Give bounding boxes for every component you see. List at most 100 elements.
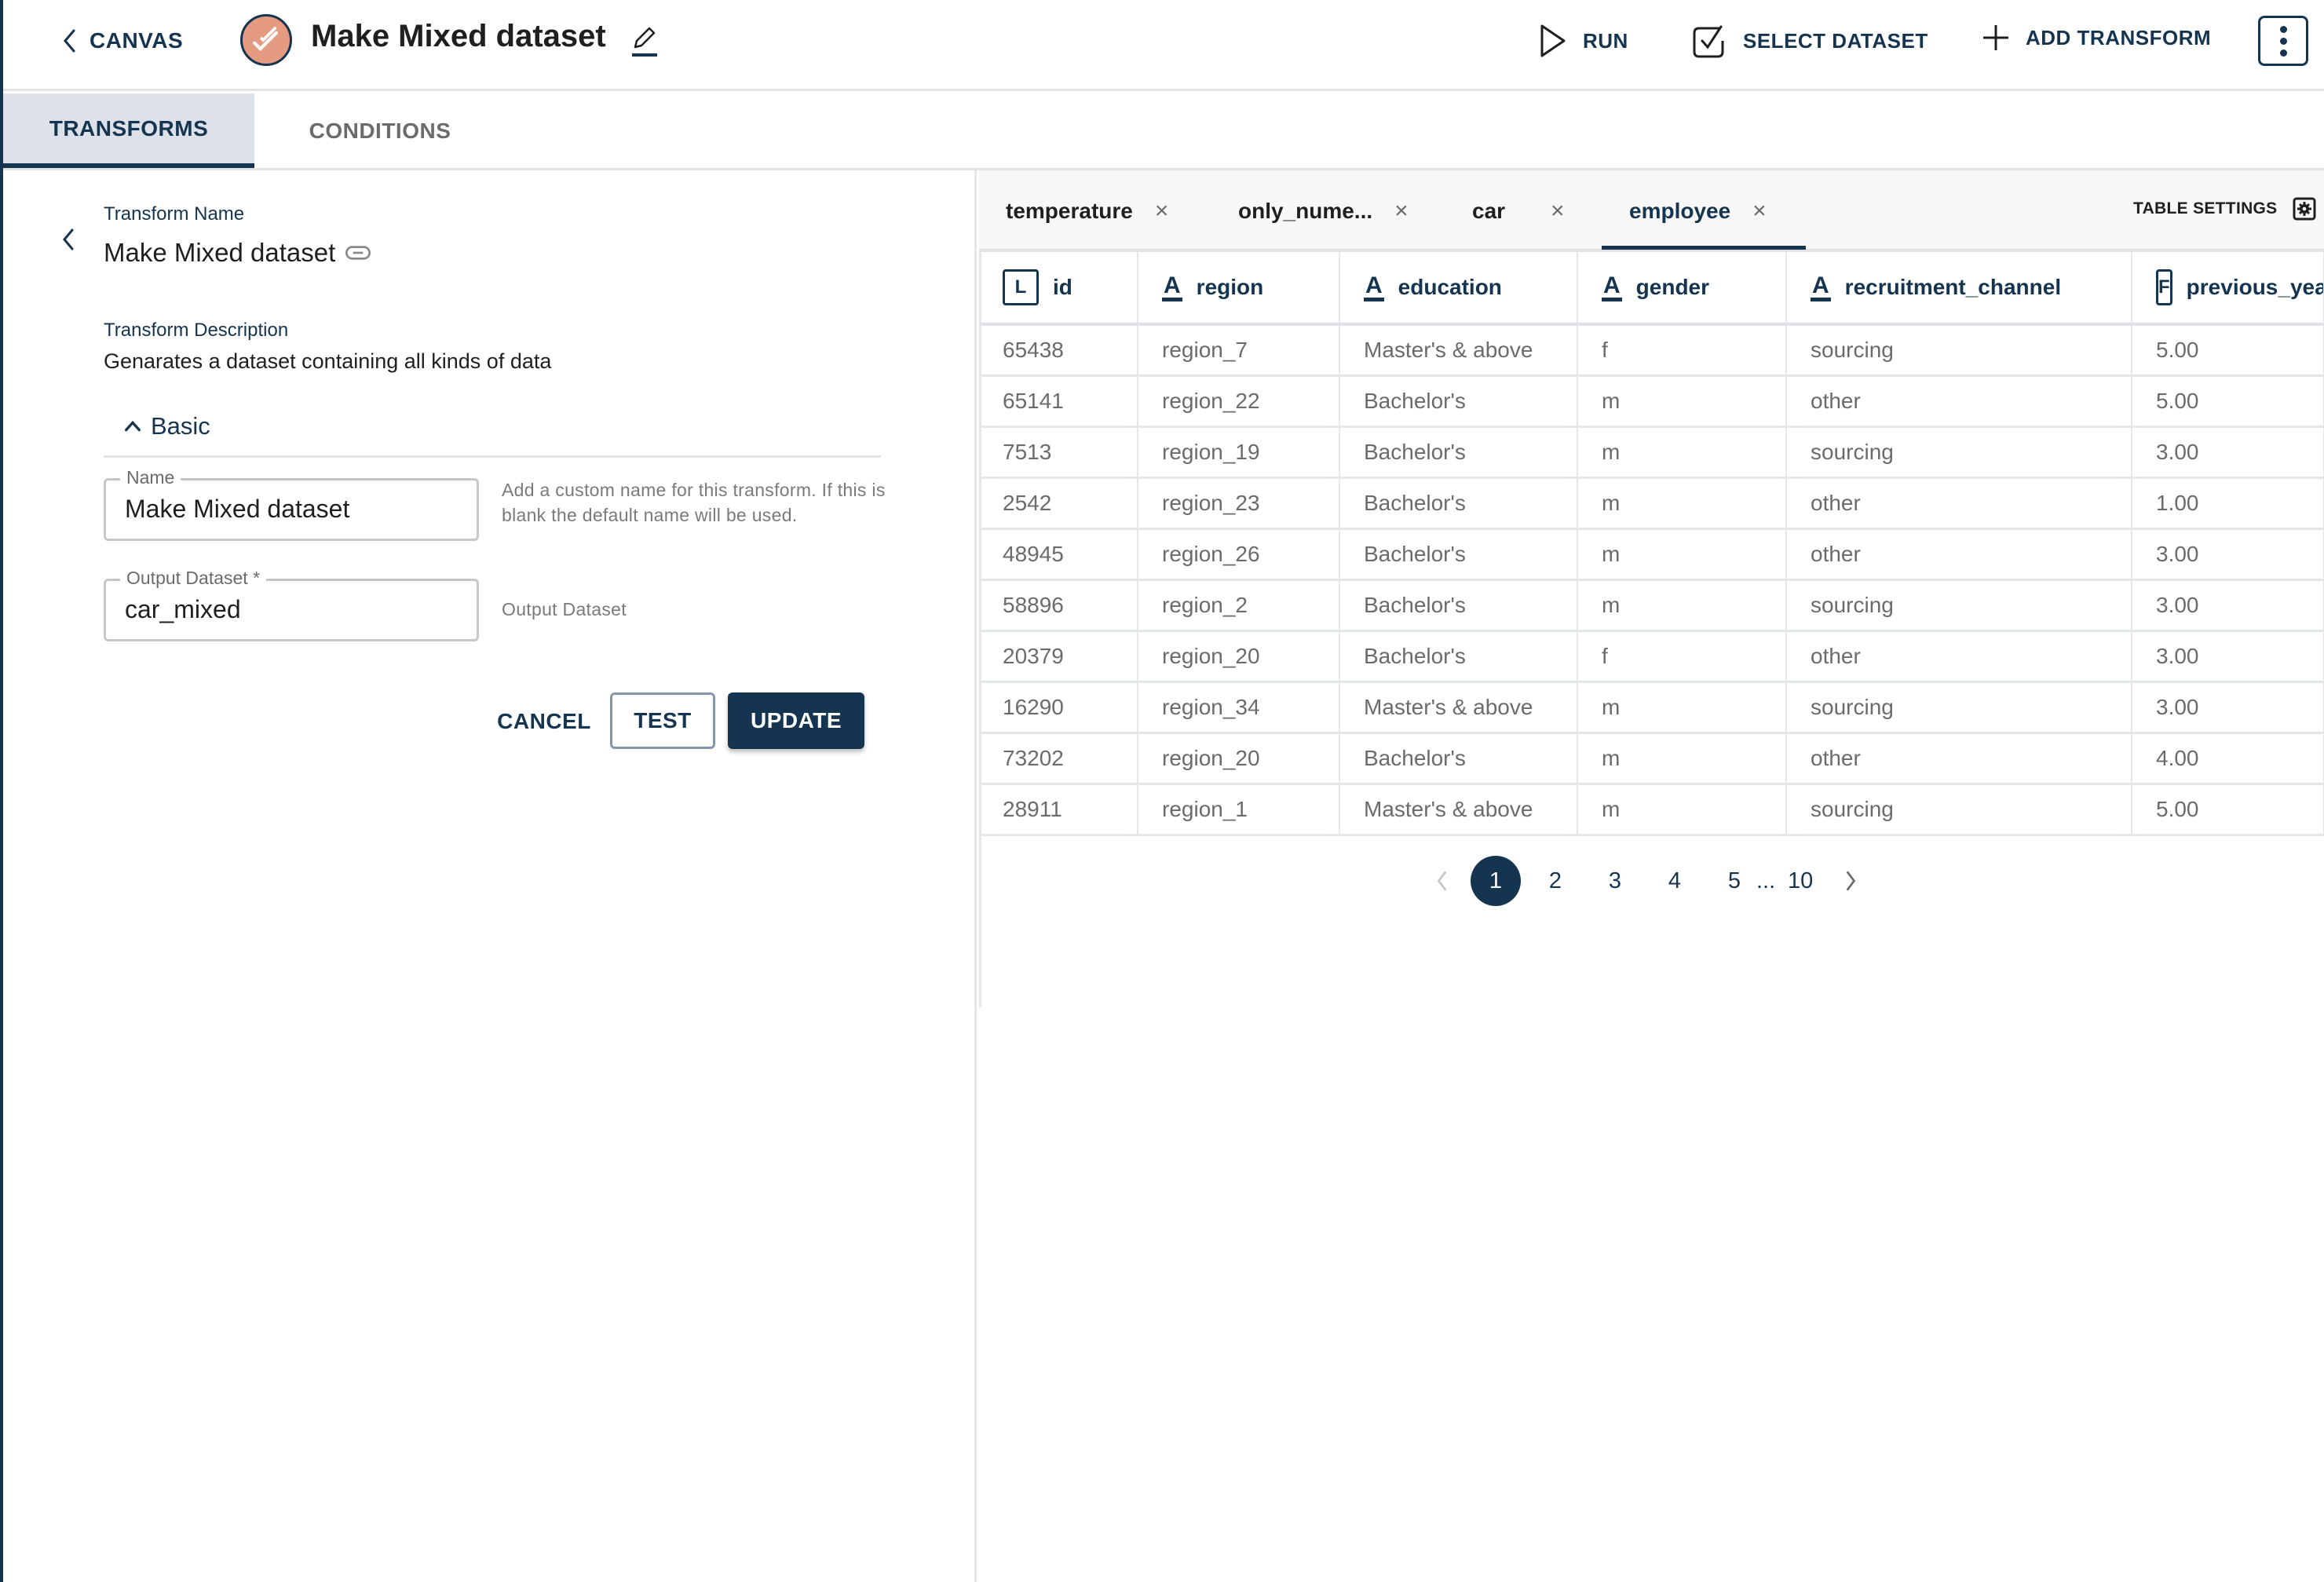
transform-name-value: Make Mixed dataset (104, 238, 371, 268)
page-4-button[interactable]: 4 (1650, 856, 1700, 906)
output-dataset-helper-text: Output Dataset (502, 599, 627, 619)
table-row[interactable]: 2542 region_23 Bachelor's m other 1.00 (979, 477, 2324, 530)
collapse-panel-button[interactable] (58, 224, 79, 255)
select-dataset-label: SELECT DATASET (1743, 28, 1928, 53)
column-name: previous_yea (2186, 275, 2324, 299)
table-cell-recruitment-channel: sourcing (1786, 324, 2132, 377)
table-cell-recruitment-channel: sourcing (1786, 681, 2132, 734)
next-page-button[interactable] (1835, 856, 1866, 906)
table-cell-region: region_2 (1138, 579, 1340, 632)
table-row[interactable]: 48945 region_26 Bachelor's m other 3.00 (979, 528, 2324, 581)
column-name: gender (1635, 275, 1710, 299)
close-icon[interactable]: × (1155, 198, 1169, 225)
add-transform-button[interactable]: ADD TRANSFORM (1980, 22, 2211, 53)
page-5-button[interactable]: 5 (1709, 856, 1759, 906)
edit-title-button[interactable] (627, 24, 659, 58)
table-cell-recruitment-channel: other (1786, 630, 2132, 683)
table-row[interactable]: 20379 region_20 Bachelor's f other 3.00 (979, 630, 2324, 683)
table-cell-education: Bachelor's (1339, 630, 1578, 683)
update-button[interactable]: UPDATE (728, 692, 864, 749)
column-header-region[interactable]: Aregion (1138, 252, 1340, 326)
name-field[interactable]: Name (104, 467, 479, 541)
transform-description-value: Genarates a dataset containing all kinds… (104, 349, 552, 373)
kebab-dot (2279, 25, 2287, 33)
tab-conditions[interactable]: CONDITIONS (254, 93, 506, 168)
table-cell-previous-yea: 5.00 (2132, 324, 2324, 377)
page-title: Make Mixed dataset (311, 19, 606, 53)
table-row[interactable]: 28911 region_1 Master's & above m sourcing 5.… (979, 784, 2324, 836)
page-2-button[interactable]: 2 (1530, 856, 1580, 906)
table-cell-gender: m (1577, 375, 1787, 428)
table-row[interactable]: 65438 region_7 Master's & above f sourcing 5.… (979, 324, 2324, 377)
output-dataset-field[interactable]: Output Dataset * (104, 568, 479, 641)
column-header-content: Arecruitment_channel (1811, 273, 2130, 301)
long-type-icon: L (1003, 269, 1039, 305)
dataset-tab-employee[interactable]: employee × (1629, 195, 1767, 227)
table-row[interactable]: 7513 region_19 Bachelor's m sourcing 3.00 (979, 426, 2324, 479)
table-cell-id: 48945 (979, 528, 1138, 581)
pagination: 1 2 3 4 5 ... 10 (1427, 856, 1866, 906)
table-cell-recruitment-channel: sourcing (1786, 426, 2132, 479)
page-3-button[interactable]: 3 (1590, 856, 1640, 906)
close-icon[interactable]: × (1394, 198, 1409, 225)
table-cell-recruitment-channel: other (1786, 528, 2132, 581)
column-header-previous-yea[interactable]: Fprevious_yea (2132, 252, 2324, 326)
back-to-canvas-button[interactable]: CANVAS (61, 24, 183, 58)
link-icon[interactable] (345, 244, 371, 261)
table-cell-education: Bachelor's (1339, 579, 1578, 632)
float-type-icon: F (2156, 269, 2172, 305)
dataset-tabs: temperature × only_nume... × car × emplo… (979, 170, 2324, 252)
chevron-right-icon (1847, 871, 1856, 891)
table-row[interactable]: 65141 region_22 Bachelor's m other 5.00 (979, 375, 2324, 428)
dataset-preview-panel: temperature × only_nume... × car × emplo… (979, 170, 2324, 1582)
table-cell-id: 73202 (979, 733, 1138, 785)
dataset-tab-car[interactable]: car × (1472, 195, 1565, 227)
name-helper-text: Add a custom name for this transform. If… (502, 480, 886, 525)
column-header-gender[interactable]: Agender (1577, 252, 1787, 326)
transform-editor-panel: Transform Name Make Mixed dataset Transf… (3, 170, 977, 1582)
run-button[interactable]: RUN (1537, 22, 1628, 60)
gear-icon (2293, 197, 2316, 221)
table-cell-id: 65438 (979, 324, 1138, 377)
table-cell-education: Bachelor's (1339, 528, 1578, 581)
cancel-button[interactable]: CANCEL (490, 693, 598, 750)
table-row[interactable]: 73202 region_20 Bachelor's m other 4.00 (979, 733, 2324, 785)
table-cell-education: Bachelor's (1339, 426, 1578, 479)
back-label: CANVAS (90, 28, 184, 53)
close-icon[interactable]: × (1551, 198, 1565, 225)
more-options-button[interactable] (2258, 16, 2308, 66)
output-dataset-input[interactable] (125, 595, 462, 624)
column-header-content: Aeducation (1364, 273, 1576, 301)
select-dataset-button[interactable]: SELECT DATASET (1691, 22, 1928, 60)
table-cell-recruitment-channel: other (1786, 733, 2132, 785)
table-settings-button[interactable]: TABLE SETTINGS (2133, 197, 2316, 221)
table-row[interactable]: 58896 region_2 Bachelor's m sourcing 3.00 (979, 579, 2324, 632)
column-header-recruitment-channel[interactable]: Arecruitment_channel (1786, 252, 2132, 326)
plus-icon (1983, 25, 2008, 50)
tab-transforms[interactable]: TRANSFORMS (3, 93, 254, 168)
page-1-button[interactable]: 1 (1471, 856, 1521, 906)
table-cell-id: 65141 (979, 375, 1138, 428)
section-divider (104, 455, 881, 458)
table-cell-region: region_7 (1138, 324, 1340, 377)
dataset-tab-only-numeric[interactable]: only_nume... × (1238, 195, 1409, 227)
dataset-tab-label: only_nume... (1238, 199, 1373, 223)
transform-name-text: Make Mixed dataset (104, 238, 336, 267)
table-cell-id: 20379 (979, 630, 1138, 683)
column-name: region (1196, 275, 1264, 299)
column-header-education[interactable]: Aeducation (1339, 252, 1578, 326)
name-input[interactable] (125, 495, 462, 524)
table-cell-recruitment-channel: other (1786, 477, 2132, 530)
test-button[interactable]: TEST (610, 692, 715, 749)
close-icon[interactable]: × (1752, 198, 1767, 225)
dataset-tab-temperature[interactable]: temperature × (1006, 195, 1168, 227)
column-header-id[interactable]: Lid (979, 252, 1138, 326)
previous-page-button[interactable] (1427, 856, 1458, 906)
table-row[interactable]: 16290 region_34 Master's & above m sourcing 3… (979, 681, 2324, 734)
string-type-icon: A (1364, 273, 1384, 301)
basic-section-toggle[interactable]: Basic (122, 412, 210, 440)
transform-name-label: Transform Name (104, 203, 245, 225)
name-field-label: Name (120, 467, 181, 488)
main-tabs: TRANSFORMS CONDITIONS (3, 93, 2324, 170)
page-10-button[interactable]: 10 (1780, 856, 1821, 906)
